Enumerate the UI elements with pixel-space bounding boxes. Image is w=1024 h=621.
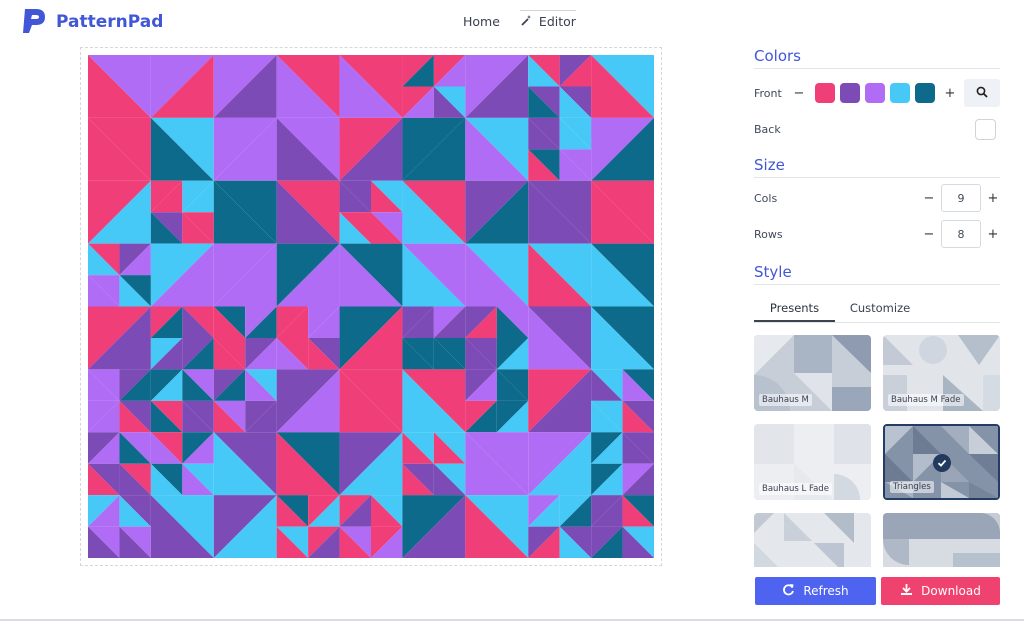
- preset-card-triangles[interactable]: Triangles: [883, 424, 1000, 500]
- front-swatches: [815, 83, 935, 103]
- cols-input[interactable]: [941, 184, 981, 212]
- rows-row: Rows − +: [754, 216, 1000, 252]
- rows-label: Rows: [754, 227, 783, 241]
- cols-increment-button[interactable]: +: [986, 191, 1000, 206]
- front-row: Front − +: [754, 71, 1000, 115]
- preset-thumbnail: [883, 513, 1000, 567]
- nav-editor-label: Editor: [538, 14, 576, 29]
- pattern-svg: [88, 55, 654, 558]
- nav-home-label: Home: [463, 13, 500, 29]
- colors-title: Colors: [754, 42, 1000, 69]
- preset-grid: Bauhaus M Bauhaus M Fade Bauhaus L Fade: [754, 335, 1000, 567]
- preset-label: Bauhaus M: [759, 394, 812, 406]
- download-label: Download: [921, 584, 981, 598]
- color-swatch[interactable]: [915, 83, 935, 103]
- search-icon: [976, 86, 988, 101]
- rows-input[interactable]: [941, 220, 981, 248]
- back-label: Back: [754, 122, 781, 136]
- tab-customize[interactable]: Customize: [835, 289, 925, 322]
- refresh-icon: [782, 583, 795, 599]
- preset-card[interactable]: [883, 513, 1000, 567]
- front-label: Front: [754, 86, 782, 100]
- preset-card-bauhaus-m[interactable]: Bauhaus M: [754, 335, 871, 411]
- app-name: PatternPad: [56, 12, 164, 32]
- style-tabs: Presents Customize: [754, 289, 1000, 323]
- settings-panel: Colors Front − + Back Size Cols − + Rows: [754, 42, 1000, 323]
- tab-presents[interactable]: Presents: [754, 289, 835, 322]
- nav-home[interactable]: Home: [463, 10, 500, 32]
- top-bar: PatternPad Home Editor: [0, 0, 1024, 42]
- front-add-color-button[interactable]: +: [943, 86, 957, 101]
- preset-label: Triangles: [890, 481, 934, 493]
- rows-decrement-button[interactable]: −: [922, 227, 936, 242]
- refresh-label: Refresh: [803, 584, 849, 598]
- preset-card[interactable]: [754, 513, 871, 567]
- color-swatch[interactable]: [815, 83, 835, 103]
- logo[interactable]: PatternPad: [22, 6, 163, 38]
- preset-thumbnail: [754, 513, 871, 567]
- nav-editor[interactable]: Editor: [519, 10, 576, 32]
- download-button[interactable]: Download: [881, 577, 1000, 605]
- refresh-button[interactable]: Refresh: [755, 577, 876, 605]
- pattern-canvas[interactable]: [88, 55, 654, 558]
- preset-label: Bauhaus L Fade: [759, 483, 832, 495]
- back-color-swatch[interactable]: [975, 118, 996, 140]
- preset-label: Bauhaus M Fade: [888, 394, 964, 406]
- action-bar: Refresh Download: [740, 567, 1024, 617]
- color-swatch[interactable]: [865, 83, 885, 103]
- search-button[interactable]: [964, 79, 1000, 107]
- color-swatch[interactable]: [840, 83, 860, 103]
- size-title: Size: [754, 151, 1000, 178]
- back-row: Back: [754, 115, 1000, 143]
- cols-row: Cols − +: [754, 180, 1000, 216]
- magic-wand-icon: [520, 14, 533, 30]
- preset-card-bauhaus-m-fade[interactable]: Bauhaus M Fade: [883, 335, 1000, 411]
- front-remove-color-button[interactable]: −: [792, 86, 806, 101]
- cols-label: Cols: [754, 191, 778, 205]
- cols-decrement-button[interactable]: −: [922, 191, 936, 206]
- preset-card-bauhaus-l-fade[interactable]: Bauhaus L Fade: [754, 424, 871, 500]
- patternpad-logo-icon: [22, 6, 48, 38]
- style-title: Style: [754, 258, 1000, 285]
- color-swatch[interactable]: [890, 83, 910, 103]
- download-icon: [900, 583, 913, 599]
- rows-increment-button[interactable]: +: [986, 227, 1000, 242]
- main-nav: Home Editor: [463, 10, 576, 32]
- selected-check-icon: [933, 454, 951, 472]
